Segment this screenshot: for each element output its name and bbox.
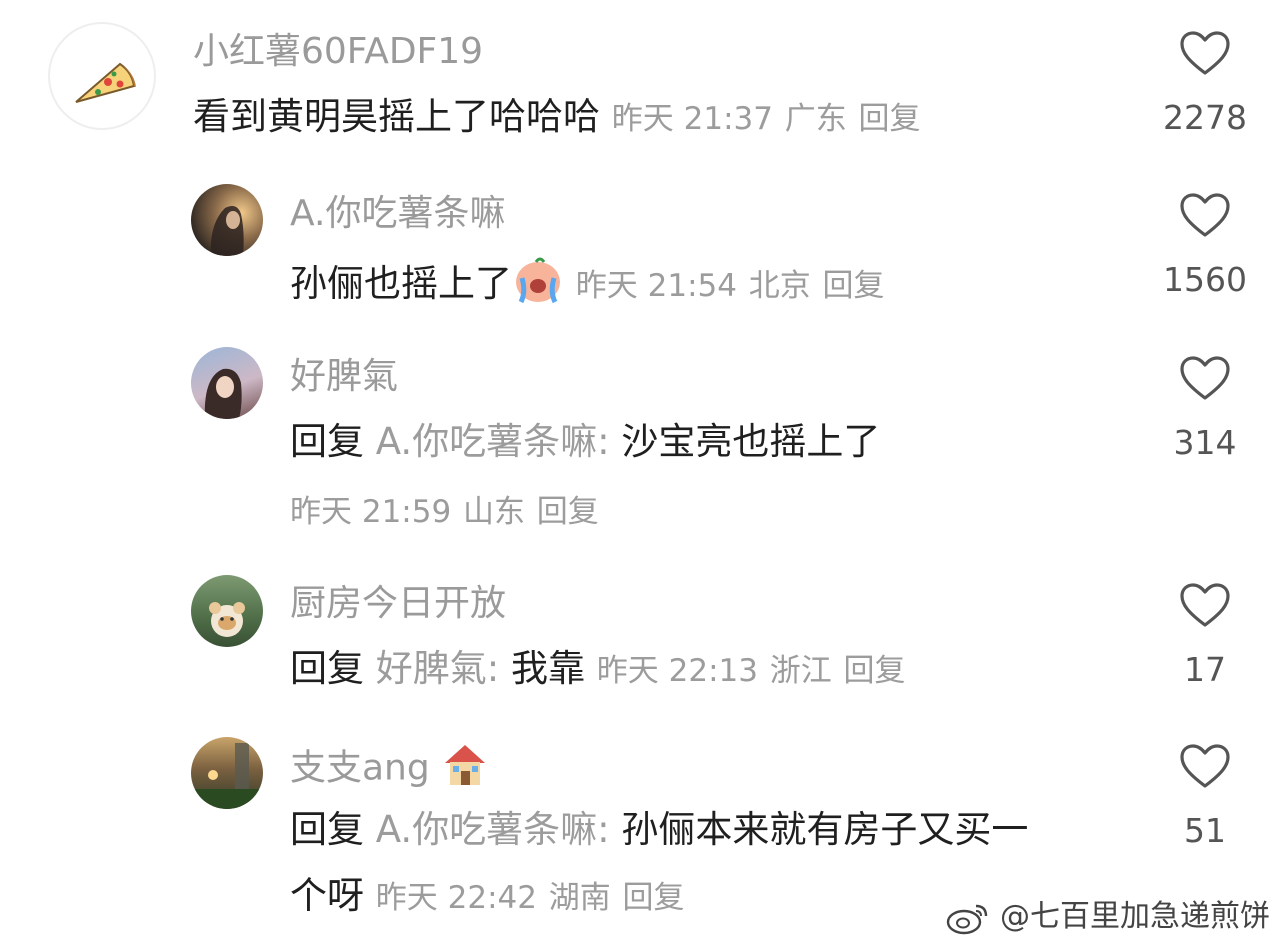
- comment-body: 看到黄明昊摇上了哈哈哈 昨天 21:37 广东 回复: [193, 94, 921, 142]
- like-button[interactable]: 2278: [1162, 30, 1248, 138]
- reply-to-username[interactable]: A.你吃薯条嘛:: [376, 420, 610, 463]
- reply-to-username[interactable]: A.你吃薯条嘛:: [376, 808, 610, 851]
- username-row: 支支ang: [290, 741, 489, 798]
- heart-outline-icon: [1180, 356, 1230, 400]
- avatar[interactable]: [191, 347, 263, 419]
- reply-prefix: 回复: [290, 808, 364, 851]
- like-button[interactable]: 51: [1162, 743, 1248, 851]
- comment-text: 沙宝亮也摇上了: [621, 420, 881, 463]
- like-button[interactable]: 314: [1162, 355, 1248, 463]
- comment-item: 好脾氣 回复 A.你吃薯条嘛: 沙宝亮也摇上了 昨天 21:59 山东 回复 3…: [0, 335, 1284, 535]
- comment-body: 回复 A.你吃薯条嘛: 沙宝亮也摇上了: [290, 419, 880, 465]
- comment-time: 昨天 22:13: [596, 653, 758, 689]
- comment-text: 我靠: [511, 647, 585, 690]
- avatar[interactable]: [191, 575, 263, 647]
- heart-outline-icon: [1180, 744, 1230, 788]
- like-button[interactable]: 17: [1162, 582, 1248, 690]
- comment-body: 孙俪也摇上了 昨天 21:54 北京 回复: [290, 256, 885, 315]
- comment-text: 孙俪也摇上了: [290, 262, 512, 305]
- username[interactable]: 厨房今日开放: [290, 582, 506, 626]
- crying-face-emoji: [512, 256, 564, 315]
- username[interactable]: A.你吃薯条嘛: [290, 192, 505, 236]
- pizza-icon: [75, 62, 136, 103]
- username[interactable]: 小红薯60FADF19: [193, 30, 483, 74]
- reply-to-username[interactable]: 好脾氣:: [376, 647, 499, 690]
- heart-outline-icon: [1180, 31, 1230, 75]
- reply-button[interactable]: 回复: [823, 268, 885, 304]
- comment-location: 湖南: [548, 880, 611, 916]
- comment-body-continued: 个呀 昨天 22:42 湖南 回复: [290, 873, 685, 921]
- like-count: 17: [1184, 650, 1226, 689]
- reply-button[interactable]: 回复: [844, 653, 906, 689]
- comment-location: 浙江: [769, 653, 832, 689]
- comment-text: 看到黄明昊摇上了哈哈哈: [193, 95, 600, 138]
- reply-prefix: 回复: [290, 647, 364, 690]
- comment-item: A.你吃薯条嘛 孙俪也摇上了 昨天 21:54 北京 回复 1560: [0, 170, 1284, 320]
- comment-item: 小红薯60FADF19 看到黄明昊摇上了哈哈哈 昨天 21:37 广东 回复 2…: [0, 0, 1284, 160]
- like-count: 2278: [1163, 98, 1247, 137]
- username[interactable]: 支支ang: [290, 748, 430, 789]
- reply-prefix: 回复: [290, 420, 364, 463]
- like-button[interactable]: 1560: [1162, 192, 1248, 300]
- username[interactable]: 好脾氣: [290, 355, 398, 399]
- reply-button[interactable]: 回复: [537, 494, 599, 530]
- comment-time: 昨天 22:42: [375, 880, 537, 916]
- comment-text: 个呀: [290, 874, 364, 917]
- reply-button[interactable]: 回复: [623, 880, 685, 916]
- comment-location: 广东: [784, 101, 847, 137]
- watermark: @七百里加急递煎饼: [946, 897, 1270, 937]
- comment-body: 回复 好脾氣: 我靠 昨天 22:13 浙江 回复: [290, 646, 906, 694]
- heart-outline-icon: [1180, 583, 1230, 627]
- avatar[interactable]: [48, 22, 156, 130]
- reply-button[interactable]: 回复: [859, 101, 921, 137]
- comment-time: 昨天 21:54: [575, 268, 737, 304]
- comment-meta: 昨天 21:59 山东 回复: [290, 487, 599, 535]
- comment-body: 回复 A.你吃薯条嘛: 孙俪本来就有房子又买一: [290, 807, 1028, 853]
- like-count: 51: [1184, 811, 1226, 850]
- avatar[interactable]: [191, 737, 263, 809]
- house-emoji: [441, 741, 489, 798]
- watermark-text: @七百里加急递煎饼: [1000, 899, 1270, 934]
- avatar[interactable]: [191, 184, 263, 256]
- weibo-icon: [947, 904, 988, 934]
- heart-outline-icon: [1180, 193, 1230, 237]
- like-count: 1560: [1163, 260, 1247, 299]
- comment-location: 北京: [748, 268, 811, 304]
- comment-text: 孙俪本来就有房子又买一: [621, 808, 1029, 851]
- like-count: 314: [1173, 423, 1237, 462]
- comment-time: 昨天 21:37: [611, 101, 773, 137]
- comment-item: 厨房今日开放 回复 好脾氣: 我靠 昨天 22:13 浙江 回复 17: [0, 565, 1284, 715]
- comment-location: 山东: [462, 494, 525, 530]
- comment-time: 昨天 21:59: [290, 494, 452, 530]
